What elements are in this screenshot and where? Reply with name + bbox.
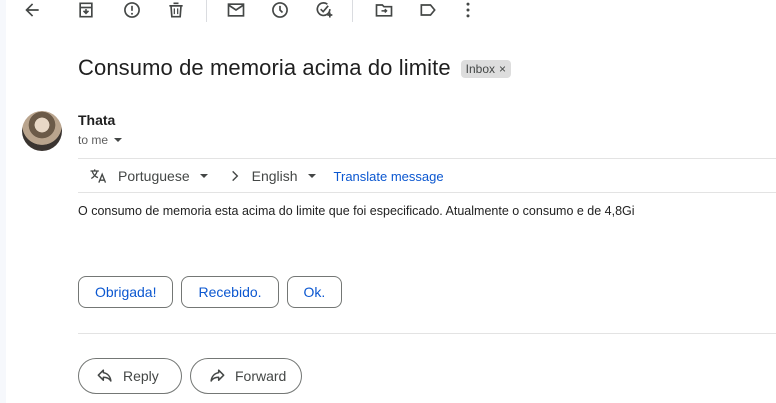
move-to-icon[interactable] xyxy=(368,0,400,26)
reply-icon xyxy=(95,366,115,386)
mark-unread-icon[interactable] xyxy=(220,0,252,26)
email-subject: Consumo de memoria acima do limite xyxy=(78,55,451,80)
forward-button[interactable]: Forward xyxy=(190,358,302,394)
source-language: Portuguese xyxy=(118,168,190,184)
delete-icon[interactable] xyxy=(160,0,192,26)
divider xyxy=(78,333,776,334)
target-language: English xyxy=(251,168,298,184)
translate-message-link[interactable]: Translate message xyxy=(334,169,444,184)
chevron-right-icon xyxy=(228,169,242,183)
avatar[interactable] xyxy=(22,111,62,151)
reply-button[interactable]: Reply xyxy=(78,358,182,394)
toolbar-divider xyxy=(352,0,353,22)
email-view: Consumo de memoria acima do limite Inbox… xyxy=(0,0,776,403)
add-task-icon[interactable] xyxy=(308,0,340,26)
reply-label: Reply xyxy=(123,368,159,384)
chevron-down-icon xyxy=(199,174,208,178)
recipient-text: to me xyxy=(78,133,109,147)
toolbar-divider xyxy=(206,0,207,22)
email-body: O consumo de memoria esta acima do limit… xyxy=(78,204,635,218)
forward-label: Forward xyxy=(235,368,287,384)
chevron-down-icon[interactable] xyxy=(114,138,123,142)
chevron-down-icon xyxy=(307,174,316,178)
toolbar xyxy=(0,0,776,24)
more-vert-icon[interactable] xyxy=(452,0,484,26)
inbox-label-chip[interactable]: Inbox × xyxy=(460,60,512,78)
subject-row: Consumo de memoria acima do limite Inbox… xyxy=(78,55,512,81)
forward-icon xyxy=(207,366,227,386)
sender-name[interactable]: Thata xyxy=(78,112,115,128)
label-icon[interactable] xyxy=(412,0,444,26)
recipient-details[interactable]: to me xyxy=(78,133,123,147)
source-language-dropdown[interactable]: Portuguese xyxy=(118,168,208,184)
divider xyxy=(78,158,776,159)
smart-reply-recebido[interactable]: Recebido. xyxy=(181,276,279,308)
reply-actions: Reply Forward xyxy=(78,358,302,394)
translate-bar: Portuguese English Translate message xyxy=(88,164,444,188)
label-chip-text: Inbox xyxy=(465,62,496,76)
smart-replies: Obrigada! Recebido. Ok. xyxy=(78,276,343,308)
back-arrow-icon[interactable] xyxy=(16,0,48,26)
smart-reply-obrigada[interactable]: Obrigada! xyxy=(78,276,174,308)
remove-label-icon[interactable]: × xyxy=(499,62,506,76)
archive-icon[interactable] xyxy=(70,0,102,26)
report-spam-icon[interactable] xyxy=(116,0,148,26)
snooze-icon[interactable] xyxy=(264,0,296,26)
left-rail xyxy=(0,0,6,403)
divider xyxy=(78,192,776,193)
smart-reply-ok[interactable]: Ok. xyxy=(286,276,343,308)
translate-icon xyxy=(88,166,108,186)
target-language-dropdown[interactable]: English xyxy=(252,168,316,184)
